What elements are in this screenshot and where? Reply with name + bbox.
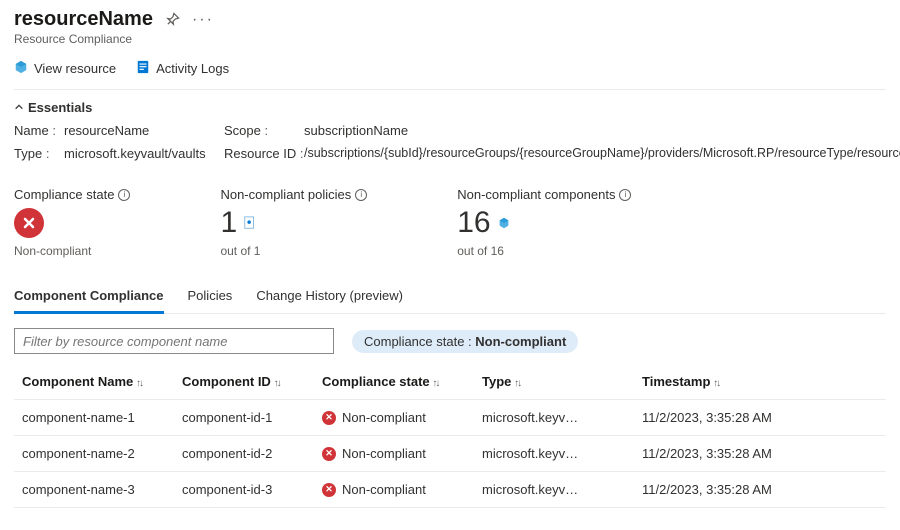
cell-type: microsoft.keyv… bbox=[474, 472, 634, 508]
noncompliant-policies-title: Non-compliant policies bbox=[220, 187, 351, 202]
cell-name: component-name-3 bbox=[14, 472, 174, 508]
noncompliant-components-title: Non-compliant components bbox=[457, 187, 615, 202]
cell-state: ✕Non-compliant bbox=[314, 436, 474, 472]
cell-state: ✕Non-compliant bbox=[314, 472, 474, 508]
ess-scope-label: Scope bbox=[224, 123, 261, 138]
ess-name-value: resourceName bbox=[64, 123, 224, 138]
sort-icon: ↑↓ bbox=[712, 378, 719, 389]
col-timestamp[interactable]: Timestamp ↑↓ bbox=[634, 364, 886, 400]
cell-name: component-name-2 bbox=[14, 436, 174, 472]
log-icon bbox=[136, 60, 150, 77]
table-row[interactable]: component-name-2component-id-2✕Non-compl… bbox=[14, 436, 886, 472]
sort-icon: ↑↓ bbox=[513, 378, 520, 389]
ess-resourceid-label: Resource ID bbox=[224, 146, 296, 161]
sort-icon: ↑↓ bbox=[135, 378, 142, 389]
component-cube-icon bbox=[497, 216, 511, 230]
info-icon[interactable]: i bbox=[118, 189, 130, 201]
policy-icon bbox=[243, 216, 257, 230]
ess-scope-value[interactable]: subscriptionName bbox=[304, 123, 900, 138]
more-icon[interactable]: ··· bbox=[192, 11, 214, 29]
view-resource-button[interactable]: View resource bbox=[14, 60, 116, 77]
pill-value: Non-compliant bbox=[475, 334, 566, 349]
cell-type: microsoft.keyv… bbox=[474, 400, 634, 436]
ess-resourceid-value[interactable]: /subscriptions/{subId}/resourceGroups/{r… bbox=[304, 146, 900, 161]
pin-icon[interactable] bbox=[165, 12, 180, 27]
cell-type: microsoft.keyv… bbox=[474, 436, 634, 472]
activity-logs-label: Activity Logs bbox=[156, 61, 229, 76]
info-icon[interactable]: i bbox=[619, 189, 631, 201]
noncompliant-policies-count: 1 bbox=[220, 208, 237, 238]
compliance-state-value: Non-compliant bbox=[14, 244, 130, 258]
noncompliant-components-count: 16 bbox=[457, 208, 490, 238]
col-component-name[interactable]: Component Name ↑↓ bbox=[14, 364, 174, 400]
compliance-state-title: Compliance state bbox=[14, 187, 114, 202]
table-row[interactable]: component-name-3component-id-3✕Non-compl… bbox=[14, 472, 886, 508]
cell-timestamp: 11/2/2023, 3:35:28 AM bbox=[634, 436, 886, 472]
col-type[interactable]: Type ↑↓ bbox=[474, 364, 634, 400]
cell-id: component-id-1 bbox=[174, 400, 314, 436]
tab-component-compliance[interactable]: Component Compliance bbox=[14, 280, 164, 314]
info-icon[interactable]: i bbox=[355, 189, 367, 201]
activity-logs-button[interactable]: Activity Logs bbox=[136, 60, 229, 77]
cell-timestamp: 11/2/2023, 3:35:28 AM bbox=[634, 400, 886, 436]
chevron-up-icon bbox=[14, 100, 24, 115]
cell-timestamp: 11/2/2023, 3:35:28 AM bbox=[634, 472, 886, 508]
view-resource-label: View resource bbox=[34, 61, 116, 76]
ess-type-label: Type bbox=[14, 146, 42, 161]
noncompliant-icon: ✕ bbox=[322, 411, 336, 425]
noncompliant-policies-sub: out of 1 bbox=[220, 244, 367, 258]
cell-name: component-name-1 bbox=[14, 400, 174, 436]
tab-change-history[interactable]: Change History (preview) bbox=[256, 280, 403, 313]
sort-icon: ↑↓ bbox=[432, 378, 439, 389]
cell-state: ✕Non-compliant bbox=[314, 400, 474, 436]
filter-input[interactable] bbox=[14, 328, 334, 354]
noncompliant-icon: ✕ bbox=[322, 483, 336, 497]
cell-id: component-id-3 bbox=[174, 472, 314, 508]
pill-label: Compliance state : bbox=[364, 334, 475, 349]
essentials-toggle[interactable]: Essentials bbox=[14, 90, 886, 123]
noncompliant-components-sub: out of 16 bbox=[457, 244, 631, 258]
page-title: resourceName bbox=[14, 8, 153, 31]
cube-icon bbox=[14, 60, 28, 77]
essentials-label: Essentials bbox=[28, 100, 92, 115]
page-subtitle: Resource Compliance bbox=[14, 32, 886, 46]
ess-type-value: microsoft.keyvault/vaults bbox=[64, 146, 224, 161]
cell-id: component-id-2 bbox=[174, 436, 314, 472]
col-component-id[interactable]: Component ID ↑↓ bbox=[174, 364, 314, 400]
ess-name-label: Name bbox=[14, 123, 49, 138]
tab-policies[interactable]: Policies bbox=[188, 280, 233, 313]
noncompliant-icon: ✕ bbox=[322, 447, 336, 461]
sort-icon: ↑↓ bbox=[273, 378, 280, 389]
compliance-state-filter-pill[interactable]: Compliance state : Non-compliant bbox=[352, 330, 578, 353]
col-compliance-state[interactable]: Compliance state ↑↓ bbox=[314, 364, 474, 400]
table-row[interactable]: component-name-1component-id-1✕Non-compl… bbox=[14, 400, 886, 436]
noncompliant-badge-icon bbox=[14, 208, 44, 238]
